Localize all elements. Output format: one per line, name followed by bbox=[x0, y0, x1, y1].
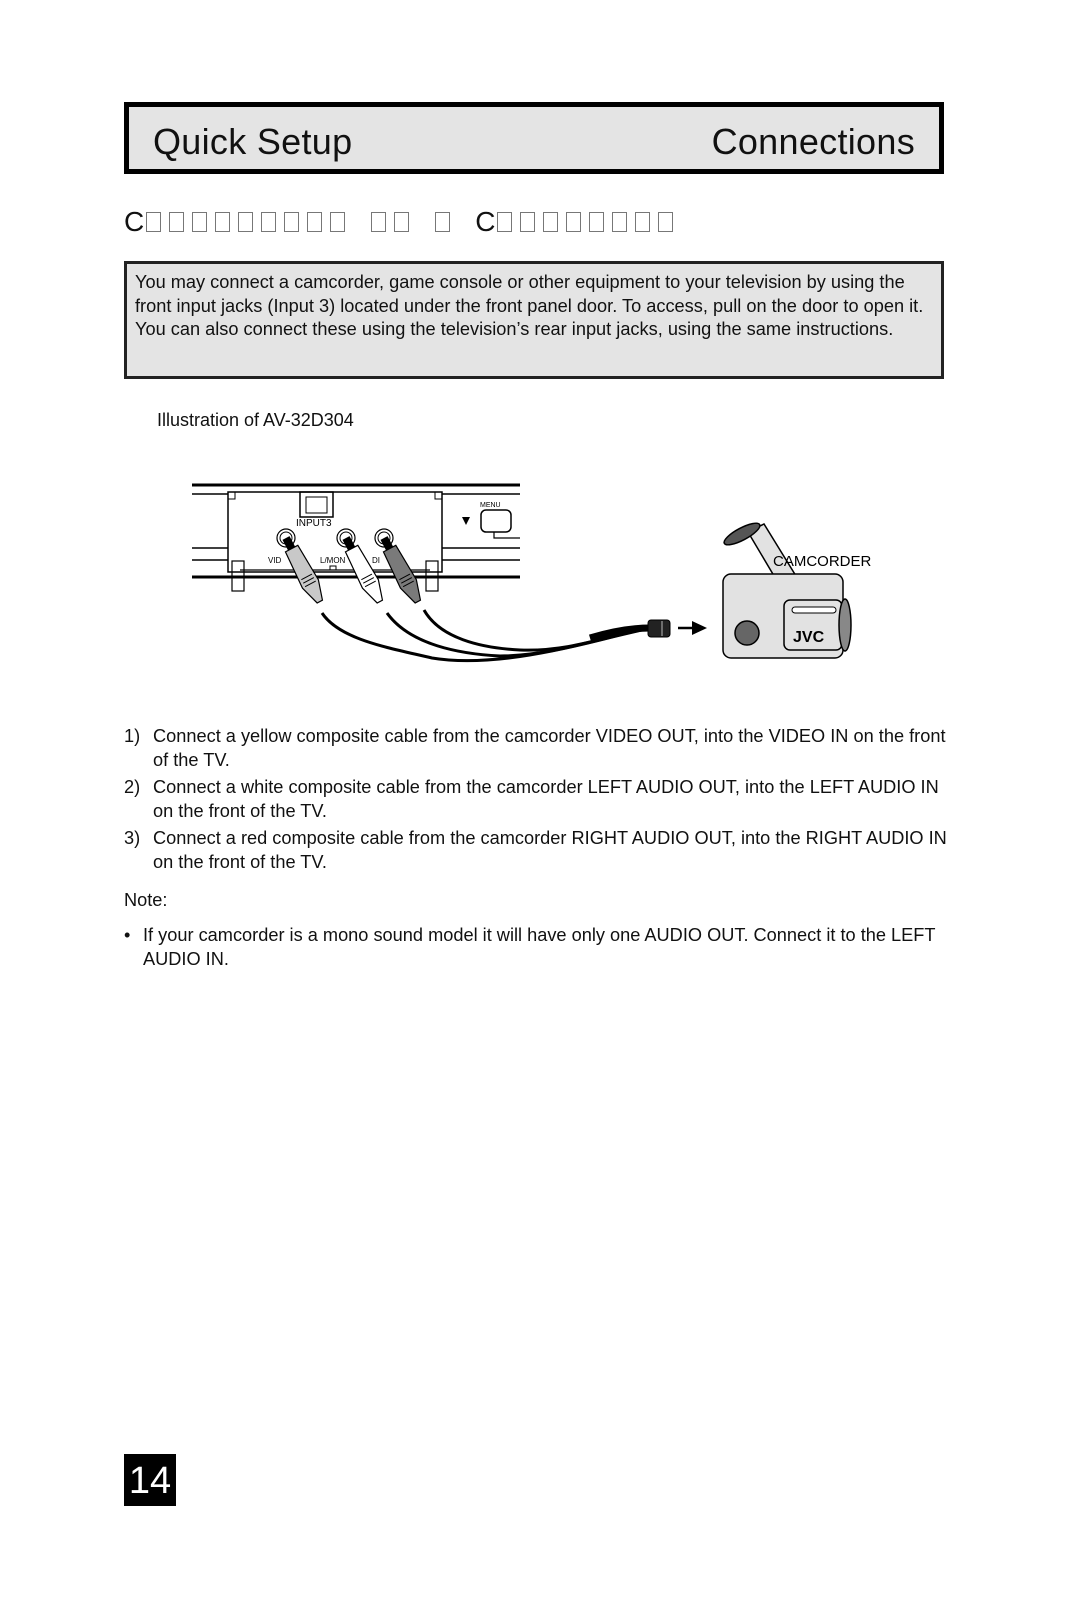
jacks bbox=[276, 528, 394, 548]
step-number: 3) bbox=[124, 828, 141, 848]
chapter-title: Connections bbox=[711, 121, 915, 162]
missing-glyph-icon bbox=[261, 212, 277, 232]
audio-right-jack-label: DI bbox=[372, 556, 380, 565]
missing-glyph-icon bbox=[169, 212, 185, 232]
camcorder-plug bbox=[647, 619, 671, 638]
subheading-initial: C bbox=[124, 206, 146, 237]
missing-glyph-icon bbox=[215, 212, 231, 232]
audio-left-jack-label: L/MON bbox=[320, 556, 346, 565]
missing-glyph-icon bbox=[435, 212, 451, 232]
step-text: Connect a red composite cable from the c… bbox=[153, 828, 947, 872]
bullet-icon: • bbox=[124, 925, 131, 945]
missing-glyph-icon bbox=[589, 212, 605, 232]
note-label: Note: bbox=[124, 890, 168, 910]
missing-glyph-icon bbox=[520, 212, 536, 232]
note-bullet-item: • If your camcorder is a mono sound mode… bbox=[124, 924, 954, 971]
step-number: 1) bbox=[124, 726, 141, 746]
missing-glyph-icon bbox=[658, 212, 674, 232]
section-title: Quick Setup bbox=[153, 121, 353, 162]
page-number: 14 bbox=[124, 1454, 176, 1506]
note-text: If your camcorder is a mono sound model … bbox=[143, 925, 936, 969]
arrow-icon bbox=[678, 621, 707, 635]
missing-glyph-icon bbox=[394, 212, 410, 232]
missing-glyph-icon bbox=[330, 212, 346, 232]
missing-glyph-icon bbox=[612, 212, 628, 232]
missing-glyph-icon bbox=[371, 212, 387, 232]
step-number: 2) bbox=[124, 777, 141, 797]
missing-glyph-icon bbox=[146, 212, 162, 232]
illustration-caption: Illustration of AV-32D304 bbox=[157, 410, 354, 430]
page-subheading: CC bbox=[124, 206, 680, 238]
menu-label: MENU bbox=[480, 502, 501, 509]
missing-glyph-icon bbox=[238, 212, 254, 232]
intro-text: You may connect a camcorder, game consol… bbox=[135, 272, 924, 339]
step-item: 2) Connect a white composite cable from … bbox=[124, 776, 954, 823]
missing-glyph-icon bbox=[497, 212, 513, 232]
menu-arrow-icon bbox=[462, 517, 470, 525]
camcorder bbox=[722, 522, 852, 659]
step-text: Connect a white composite cable from the… bbox=[153, 777, 939, 821]
camcorder-label: CAMCORDER bbox=[773, 553, 872, 570]
step-item: 3) Connect a red composite cable from th… bbox=[124, 827, 954, 874]
cables bbox=[320, 609, 654, 663]
intro-box: You may connect a camcorder, game consol… bbox=[124, 261, 944, 379]
video-jack-label: VID bbox=[268, 556, 282, 565]
section-header: Quick Setup Connections bbox=[124, 102, 944, 174]
step-item: 1) Connect a yellow composite cable from… bbox=[124, 725, 954, 772]
missing-glyph-icon bbox=[635, 212, 651, 232]
missing-glyph-icon bbox=[307, 212, 323, 232]
missing-glyph-icon bbox=[566, 212, 582, 232]
input-label: INPUT3 bbox=[296, 518, 332, 529]
steps-list: 1) Connect a yellow composite cable from… bbox=[124, 725, 954, 878]
missing-glyph-icon bbox=[284, 212, 300, 232]
brand-logo: JVC bbox=[793, 629, 825, 646]
connection-illustration: INPUT3 MENU VID L/MON DI JVC CAMCORDER bbox=[192, 483, 872, 663]
missing-glyph-icon bbox=[192, 212, 208, 232]
missing-glyph-icon bbox=[543, 212, 559, 232]
subheading-initial: C bbox=[475, 206, 497, 237]
step-text: Connect a yellow composite cable from th… bbox=[153, 726, 946, 770]
